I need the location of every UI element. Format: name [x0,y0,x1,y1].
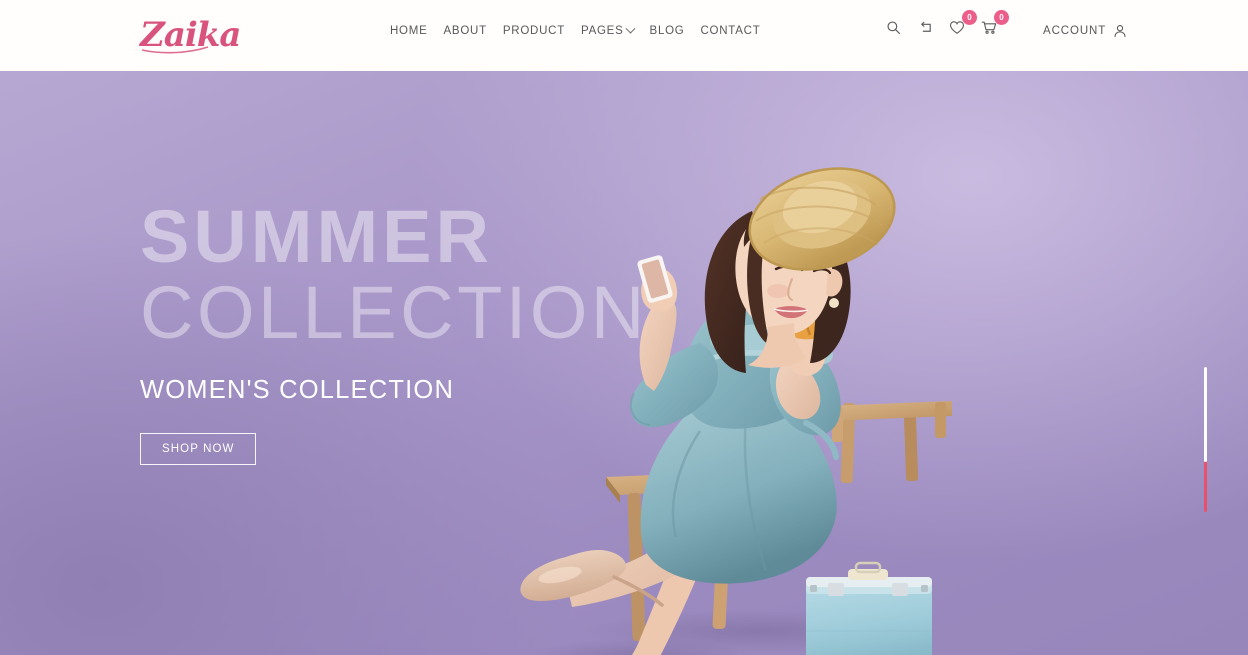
wishlist-heart-icon[interactable]: 0 [948,10,977,37]
suitcase-illustration [806,561,932,655]
main-navigation: HOME ABOUT PRODUCT PAGES BLOG CONTACT [390,23,761,37]
nav-label-home: HOME [390,25,428,37]
nav-item-product[interactable]: PRODUCT [503,25,565,37]
site-header: Zaika HOME ABOUT PRODUCT PAGES BLOG CONT… [0,0,1248,71]
wooden-stool-illustration [606,401,952,642]
wishlist-count-badge: 0 [962,10,977,25]
hero-subtitle: WOMEN'S COLLECTION [140,375,455,404]
account-label: ACCOUNT [1043,25,1107,37]
nav-item-pages[interactable]: PAGES [581,23,635,37]
nav-item-blog[interactable]: BLOG [650,25,685,37]
nav-label-pages: PAGES [581,25,624,37]
arms-illustration [629,255,841,460]
slider-progress-fill [1204,367,1207,462]
search-icon[interactable] [884,17,902,37]
slider-progress-indicator[interactable] [1204,367,1207,512]
dress-illustration [640,301,837,584]
header-icon-group: 0 0 [884,10,1009,37]
croissant-illustration [773,283,845,340]
shop-now-button[interactable]: SHOP NOW [140,432,257,465]
legs-illustration [520,495,752,655]
cart-icon[interactable]: 0 [980,10,1009,37]
hero-title-line1: SUMMER [140,195,493,278]
account-link[interactable]: ACCOUNT [1043,24,1127,38]
hero-text-block: SUMMER COLLECTION WOMEN'S COLLECTION SHO… [140,195,648,465]
cart-count-badge: 0 [994,10,1009,25]
user-icon [1114,25,1126,38]
nav-label-contact: CONTACT [700,25,761,37]
hair-back [704,211,762,373]
nav-label-product: PRODUCT [502,25,565,37]
logo-text: Zaika [138,15,240,55]
compare-icon[interactable] [916,17,934,37]
chevron-down-icon [625,23,635,34]
nav-label-about: ABOUT [443,25,487,37]
nav-item-home[interactable]: HOME [390,25,428,37]
logo-wordmark-icon: Zaika [138,15,241,55]
straw-hat-illustration [748,167,896,271]
hero-title-line2: COLLECTION [140,270,648,354]
hero-banner: SUMMER COLLECTION WOMEN'S COLLECTION SHO… [0,71,1248,655]
nav-item-contact[interactable]: CONTACT [701,25,761,37]
nav-label-blog: BLOG [649,25,685,37]
zaika-logo[interactable]: Zaika [138,9,241,61]
nav-item-about[interactable]: ABOUT [444,25,487,37]
face-illustration [735,210,843,335]
